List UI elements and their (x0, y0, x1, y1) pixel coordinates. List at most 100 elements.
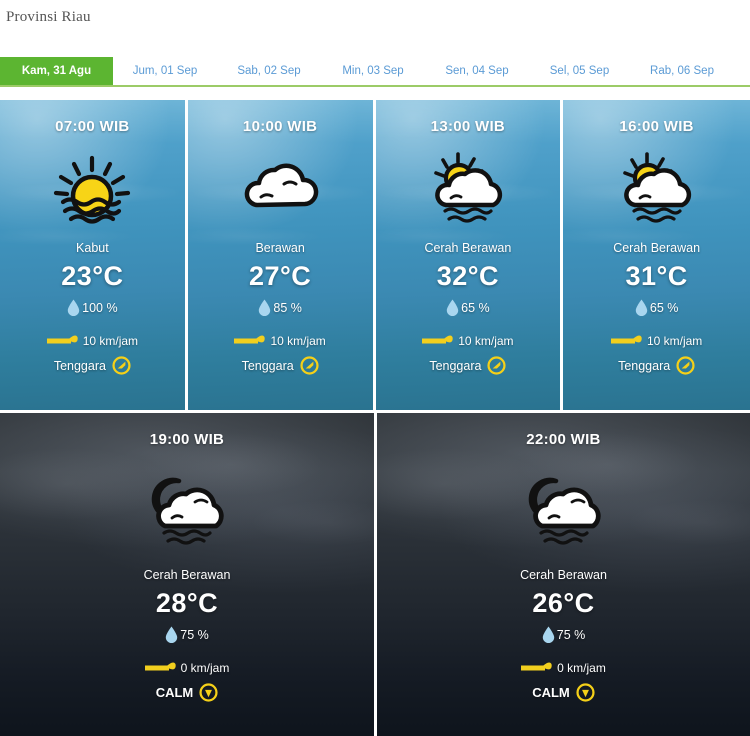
tab-label: Kam, 31 Agu (21, 65, 92, 77)
droplet-icon (635, 299, 648, 316)
wind-speed-row: 10 km/jam (0, 333, 185, 349)
forecast-condition: Cerah Berawan (143, 568, 231, 582)
wind-direction-value: Tenggara (618, 358, 671, 373)
forecast-temperature: 27°C (248, 261, 312, 291)
forecast-condition: Cerah Berawan (613, 241, 701, 255)
tab-date-6[interactable]: Rab, 06 Sep (630, 57, 734, 85)
wind-direction-value: CALM (532, 685, 570, 700)
wind-direction-row: Tenggara (563, 356, 750, 375)
wind-icon (234, 335, 266, 344)
wind-direction-value: Tenggara (53, 358, 106, 373)
wind-direction-value: Tenggara (241, 358, 294, 373)
droplet-icon (542, 626, 554, 643)
forecast-temperature: 28°C (155, 588, 219, 618)
partly-cloudy-day-icon (563, 141, 750, 237)
humidity-row: 75 % (377, 626, 750, 643)
wind-icon (144, 662, 176, 671)
forecast-row-day: 07:00 WIB Kabut 23°C 100 % 10 km/jam Ten… (0, 100, 750, 410)
wind-direction-row: Tenggara (376, 356, 561, 375)
humidity-value: 100 % (82, 300, 118, 315)
forecast-condition: Cerah Berawan (424, 241, 512, 255)
tab-label: Jum, 01 Sep (132, 65, 198, 77)
wind-speed-value: 10 km/jam (82, 334, 139, 348)
date-tab-bar: Kam, 31 Agu Jum, 01 Sep Sab, 02 Sep Min,… (0, 57, 750, 87)
tab-date-1[interactable]: Jum, 01 Sep (113, 57, 217, 85)
humidity-row: 85 % (188, 299, 373, 316)
forecast-temperature: 31°C (625, 261, 688, 291)
wind-direction-value: CALM (155, 685, 194, 700)
humidity-row: 65 % (376, 299, 561, 316)
wind-speed-value: 10 km/jam (458, 334, 514, 348)
forecast-card[interactable]: 16:00 WIB Cerah Berawan 31°C 65 % 10 km/… (563, 100, 750, 410)
tab-date-3[interactable]: Min, 03 Sep (321, 57, 425, 85)
wind-icon (46, 335, 78, 344)
wind-icon (422, 335, 453, 344)
wind-direction-value: Tenggara (429, 358, 482, 373)
tab-label: Rab, 06 Sep (650, 65, 714, 77)
page-title: Provinsi Riau (6, 9, 91, 25)
forecast-time: 19:00 WIB (149, 431, 225, 448)
wind-icon (610, 335, 642, 344)
wind-direction-arrow-icon (487, 356, 507, 375)
cloudy-icon (188, 141, 373, 237)
forecast-time: 16:00 WIB (619, 118, 694, 135)
forecast-time: 10:00 WIB (242, 118, 318, 135)
tab-label: Min, 03 Sep (342, 65, 404, 77)
wind-direction-row: CALM (0, 683, 374, 702)
tab-date-5[interactable]: Sel, 05 Sep (529, 57, 630, 85)
forecast-card[interactable]: 10:00 WIB Berawan 27°C 85 % 10 km/jam Te… (187, 100, 373, 410)
wind-icon (521, 662, 552, 671)
droplet-icon (446, 299, 459, 316)
tab-date-2[interactable]: Sab, 02 Sep (217, 57, 321, 85)
forecast-condition: Cerah Berawan (520, 568, 607, 582)
droplet-icon (67, 299, 80, 316)
wind-speed-row: 10 km/jam (376, 333, 561, 349)
forecast-time: 22:00 WIB (526, 431, 601, 448)
forecast-card[interactable]: 19:00 WIB Cerah Berawan 28°C 75 % 0 km/j… (0, 413, 374, 736)
wind-speed-row: 0 km/jam (0, 660, 374, 676)
humidity-value: 75 % (180, 627, 209, 642)
forecast-card[interactable]: 13:00 WIB Cerah Berawan 32°C 65 % 10 km/… (375, 100, 561, 410)
droplet-icon (166, 626, 178, 643)
wind-direction-row: Tenggara (0, 356, 185, 375)
humidity-value: 75 % (556, 627, 586, 642)
tab-date-4[interactable]: Sen, 04 Sep (425, 57, 529, 85)
wind-speed-row: 0 km/jam (377, 660, 750, 676)
forecast-grid: 07:00 WIB Kabut 23°C 100 % 10 km/jam Ten… (0, 100, 750, 736)
calm-wind-icon (576, 683, 595, 702)
wind-direction-arrow-icon (112, 356, 131, 375)
humidity-row: 100 % (0, 299, 185, 316)
humidity-value: 65 % (461, 300, 490, 315)
tab-label: Sel, 05 Sep (549, 65, 610, 77)
wind-speed-value: 0 km/jam (180, 661, 230, 675)
forecast-condition: Kabut (76, 241, 109, 255)
humidity-value: 85 % (273, 300, 302, 315)
wind-direction-row: CALM (377, 683, 750, 702)
forecast-time: 07:00 WIB (55, 118, 130, 135)
forecast-condition: Berawan (255, 241, 305, 255)
wind-speed-row: 10 km/jam (563, 333, 750, 349)
tab-date-0[interactable]: Kam, 31 Agu (0, 57, 113, 85)
wind-direction-row: Tenggara (188, 356, 373, 375)
wind-speed-value: 10 km/jam (646, 334, 703, 348)
forecast-row-night: 19:00 WIB Cerah Berawan 28°C 75 % 0 km/j… (0, 413, 750, 736)
droplet-icon (259, 299, 271, 316)
humidity-value: 65 % (649, 300, 679, 315)
humidity-row: 65 % (563, 299, 750, 316)
humidity-row: 75 % (0, 626, 374, 643)
wind-speed-row: 10 km/jam (188, 333, 373, 349)
wind-direction-arrow-icon (676, 356, 695, 375)
forecast-card[interactable]: 22:00 WIB Cerah Berawan 26°C 75 % 0 km/j… (377, 413, 750, 736)
calm-wind-icon (199, 683, 218, 702)
tab-label: Sen, 04 Sep (445, 65, 509, 77)
forecast-temperature: 32°C (436, 261, 500, 291)
forecast-card[interactable]: 07:00 WIB Kabut 23°C 100 % 10 km/jam Ten… (0, 100, 185, 410)
partly-cloudy-night-icon (377, 458, 750, 558)
forecast-temperature: 23°C (61, 261, 124, 291)
fog-sun-icon (0, 141, 185, 237)
wind-speed-value: 0 km/jam (557, 661, 606, 675)
forecast-time: 13:00 WIB (430, 118, 506, 135)
forecast-temperature: 26°C (532, 588, 595, 618)
tab-label: Sab, 02 Sep (237, 65, 301, 77)
wind-speed-value: 10 km/jam (270, 334, 326, 348)
